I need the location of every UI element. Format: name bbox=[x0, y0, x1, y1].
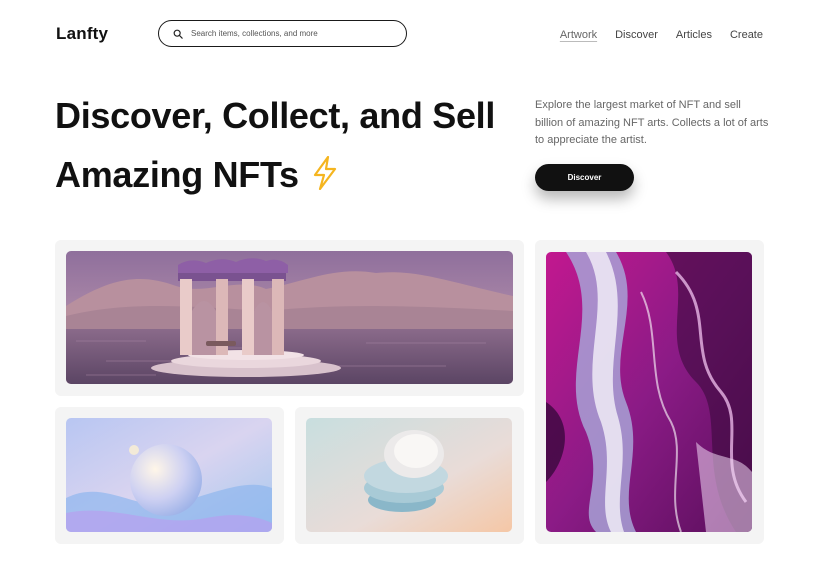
nav-articles[interactable]: Articles bbox=[676, 29, 712, 41]
tall-card[interactable] bbox=[535, 240, 764, 544]
discover-button[interactable]: Discover bbox=[535, 164, 634, 191]
discs-card[interactable] bbox=[295, 407, 524, 544]
lightning-icon bbox=[312, 148, 338, 207]
pavilion-artwork[interactable] bbox=[66, 251, 513, 384]
nav-artwork[interactable]: Artwork bbox=[560, 29, 597, 41]
hero-description: Explore the largest market of NFT and se… bbox=[535, 99, 769, 146]
hero-title-line2: Amazing NFTs bbox=[55, 154, 299, 195]
sphere-card[interactable] bbox=[55, 407, 284, 544]
hero-title: Discover, Collect, and Sell Amazing NFTs bbox=[55, 86, 495, 207]
main-nav: Artwork Discover Articles Create bbox=[560, 29, 763, 41]
logo[interactable]: Lanfty bbox=[56, 24, 108, 44]
fluid-abstract-artwork[interactable] bbox=[546, 252, 752, 532]
sphere-artwork[interactable] bbox=[66, 418, 272, 532]
discs-artwork[interactable] bbox=[306, 418, 512, 532]
search-bar[interactable] bbox=[158, 20, 407, 47]
nav-discover[interactable]: Discover bbox=[615, 29, 658, 41]
search-input[interactable] bbox=[191, 29, 391, 38]
search-icon bbox=[173, 29, 183, 39]
featured-card[interactable] bbox=[55, 240, 524, 396]
hero-title-line1: Discover, Collect, and Sell bbox=[55, 95, 496, 136]
nav-create[interactable]: Create bbox=[730, 29, 763, 41]
